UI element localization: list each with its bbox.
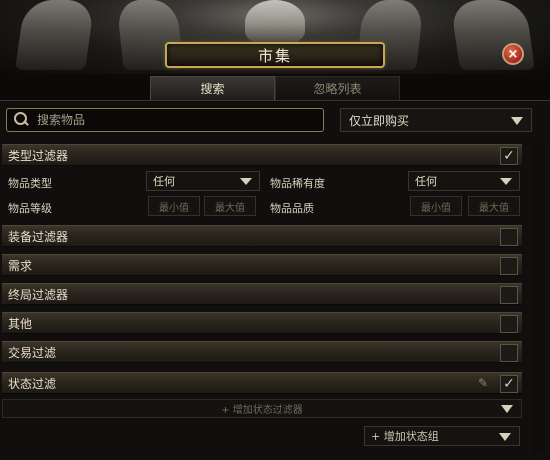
item-quality-min-input[interactable]: 最小值 [410,196,462,216]
search-icon [13,111,31,129]
requirements-filters-header[interactable]: 需求 [2,254,522,276]
filter-group-checkbox[interactable] [500,315,518,333]
misc-filters-header[interactable]: 其他 [2,312,522,334]
filter-group-label: 需求 [8,258,33,273]
check-icon: ✓ [503,376,515,392]
check-icon: ✓ [503,148,515,164]
chevron-down-icon [500,178,512,185]
chevron-down-icon [501,405,513,413]
griffin-statue-left [15,0,95,70]
type-filters-checkbox[interactable]: ✓ [500,147,518,165]
trade-filters-header[interactable]: 交易过滤 [2,341,522,363]
add-stat-filter-dropdown[interactable]: + 增加状态过滤器 [2,399,522,418]
filter-group-checkbox[interactable] [500,257,518,275]
item-quality-label: 物品品质 [270,202,314,215]
tab-search[interactable]: 搜索 [150,76,275,100]
filter-group-checkbox[interactable] [500,286,518,304]
item-level-min-input[interactable]: 最小值 [148,196,200,216]
add-stat-group-dropdown[interactable]: + 增加状态组 [364,426,520,446]
close-icon: × [507,46,519,62]
add-stat-group-label: + 增加状态组 [371,430,439,443]
chevron-down-icon [499,433,511,441]
filter-group-label: 终局过滤器 [8,287,69,302]
tab-bar: 搜索 忽略列表 [150,76,400,100]
chevron-down-icon [240,178,252,185]
item-level-max-input[interactable]: 最大值 [204,196,256,216]
type-filters-header[interactable]: 类型过滤器 ✓ [2,144,522,166]
pencil-icon[interactable]: ✎ [478,376,492,390]
equipment-filters-header[interactable]: 装备过滤器 [2,225,522,247]
buy-mode-select[interactable]: 仅立即购买 [340,108,532,132]
stat-filters-checkbox[interactable]: ✓ [500,375,518,393]
stat-filters-label: 状态过滤 [8,376,57,391]
search-box[interactable] [6,108,324,132]
endgame-filters-header[interactable]: 终局过滤器 [2,283,522,305]
stat-filters-header[interactable]: 状态过滤 ✎ ✓ [2,372,522,394]
buy-mode-value: 仅立即购买 [349,113,410,128]
item-rarity-label: 物品稀有度 [270,177,325,190]
item-rarity-dropdown[interactable]: 任何 [408,171,520,191]
search-input[interactable] [37,113,317,127]
window-title: 市集 [165,42,385,68]
scrollbar[interactable] [531,144,545,454]
filter-group-label: 交易过滤 [8,345,57,360]
filter-group-checkbox[interactable] [500,344,518,362]
add-stat-filter-label: + 增加状态过滤器 [221,405,303,416]
close-button[interactable]: × [502,43,524,65]
item-rarity-value: 任何 [415,175,437,188]
tab-ignore-list[interactable]: 忽略列表 [275,76,400,100]
item-quality-max-input[interactable]: 最大值 [468,196,520,216]
item-category-dropdown[interactable]: 任何 [146,171,260,191]
filter-group-checkbox[interactable] [500,228,518,246]
filter-group-label: 装备过滤器 [8,229,69,244]
filter-group-label: 其他 [8,316,33,331]
item-level-label: 物品等级 [8,202,52,215]
item-category-value: 任何 [153,175,175,188]
type-filters-label: 类型过滤器 [8,148,69,163]
market-header: 市集 × [0,0,550,74]
hooded-figure-statue [245,0,305,44]
chevron-down-icon [511,117,523,125]
item-category-label: 物品类型 [8,177,52,190]
